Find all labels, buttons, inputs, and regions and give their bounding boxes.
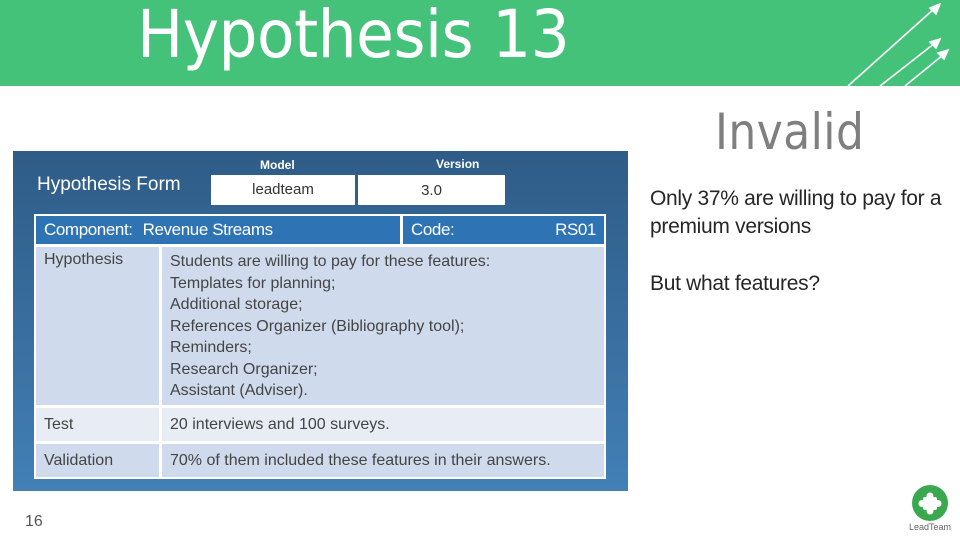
hypothesis-line: Reminders;: [170, 339, 252, 356]
puzzle-piece-icon: [918, 492, 942, 515]
header-bar: Hypothesis 13: [0, 0, 960, 86]
logo-text: LeadTeam: [908, 522, 952, 532]
hypothesis-line: Templates for planning;: [170, 274, 336, 292]
growth-arrows-icon: [847, 2, 950, 86]
row-label: Test: [36, 408, 159, 441]
hypothesis-table: Component: Revenue Streams Code: RS01 Hyp…: [34, 214, 606, 479]
page-number: 16: [25, 513, 43, 530]
code-cell: Code: RS01: [403, 216, 604, 244]
component-cell: Component: Revenue Streams: [36, 216, 400, 244]
table-row: Hypothesis Students are willing to pay f…: [36, 247, 604, 405]
row-value: 20 interviews and 100 surveys.: [162, 408, 604, 441]
slide-title: Hypothesis 13: [137, 0, 570, 73]
table-row: Test 20 interviews and 100 surveys.: [36, 408, 604, 441]
version-label: Version: [436, 157, 480, 171]
model-label: Model: [260, 158, 295, 172]
hypothesis-line: Additional storage;: [170, 296, 303, 313]
table-header-row: Component: Revenue Streams Code: RS01: [36, 216, 604, 244]
hypothesis-line: References Organizer (Bibliography tool)…: [170, 317, 465, 335]
model-value: leadteam: [211, 175, 355, 205]
table-row: Validation 70% of them included these fe…: [36, 444, 604, 477]
component-label: Component:: [44, 220, 133, 239]
status-label: Invalid: [715, 103, 865, 161]
logo-circle: [912, 485, 948, 521]
hypothesis-line: Assistant (Adviser).: [170, 382, 308, 399]
form-title: Hypothesis Form: [37, 174, 181, 195]
leadteam-logo: LeadTeam: [905, 485, 955, 532]
code-label: Code:: [411, 220, 455, 239]
hypothesis-value: Students are willing to pay for these fe…: [162, 247, 604, 405]
finding-text: Only 37% are willing to pay for a premiu…: [650, 187, 942, 238]
question-text: But what features?: [650, 272, 820, 295]
row-value: 70% of them included these features in t…: [162, 444, 604, 477]
hypothesis-line: Students are willing to pay for these fe…: [170, 253, 491, 270]
hypothesis-line: Research Organizer;: [170, 360, 318, 378]
component-value: Revenue Streams: [142, 220, 273, 239]
row-label: Hypothesis: [36, 247, 159, 405]
version-value: 3.0: [358, 175, 505, 205]
row-label: Validation: [36, 444, 159, 477]
hypothesis-form-panel: Hypothesis Form Model leadteam Version 3…: [13, 151, 628, 491]
code-value: RS01: [555, 220, 596, 239]
